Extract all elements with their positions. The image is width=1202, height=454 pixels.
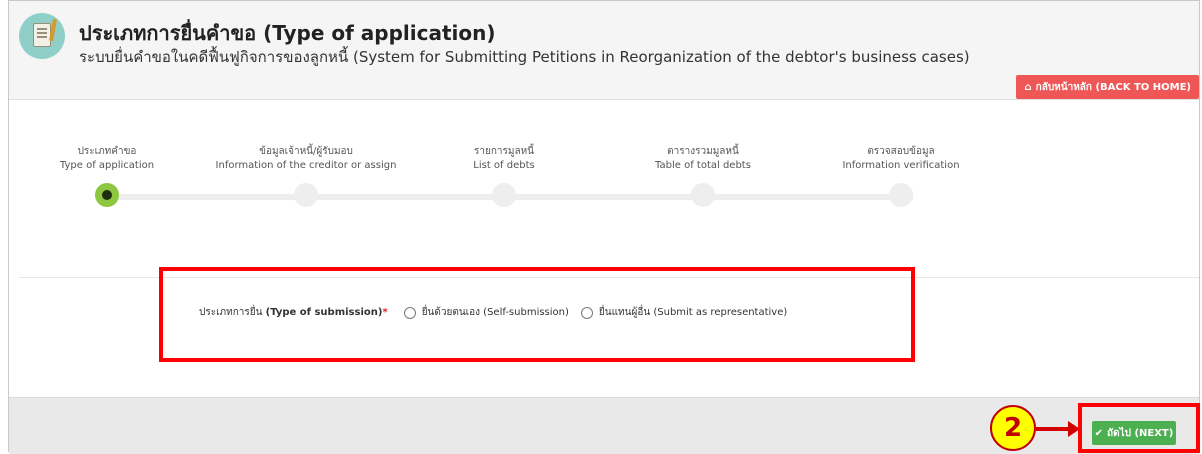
step-creditor-information: ข้อมูลเจ้าหนี้/ผู้รับมอบ Information of … [196, 145, 416, 173]
step-label-en: Information of the creditor or assign [215, 160, 397, 171]
step-label-en: Table of total debts [655, 160, 751, 171]
step-label-en: Type of application [59, 160, 155, 171]
back-to-home-label: กลับหน้าหลัก (BACK TO HOME) [1035, 81, 1191, 93]
step-dot [691, 183, 715, 207]
home-icon: ⌂ [1024, 81, 1032, 93]
next-button-label: ถัดไป (NEXT) [1107, 427, 1174, 439]
step-label-th: ตารางรวมมูลหนี้ [667, 146, 739, 157]
progress-stepper: ประเภทคำขอ Type of application ข้อมูลเจ้… [9, 99, 1199, 277]
pen-icon [49, 18, 57, 42]
submission-type-row: ประเภทการยื่น (Type of submission)* ยื่น… [199, 305, 799, 320]
radio-label-self-submission: ยื่นด้วยตนเอง (Self-submission) [421, 307, 569, 318]
back-to-home-button[interactable]: ⌂ กลับหน้าหลัก (BACK TO HOME) [1016, 75, 1199, 99]
radio-label-submit-as-representative: ยื่นแทนผู้อื่น (Submit as representative… [598, 307, 788, 318]
radio-button-submit-as-representative[interactable] [580, 306, 593, 319]
callout-number-badge: 2 [990, 405, 1036, 451]
step-information-verification: ตรวจสอบข้อมูล Information verification [791, 145, 1011, 173]
submission-type-label-th: ประเภทการยื่น [199, 307, 263, 318]
step-label-th: ประเภทคำขอ [77, 146, 137, 157]
document-pen-icon [19, 13, 65, 59]
step-dot-active [95, 183, 119, 207]
step-label-th: รายการมูลหนี้ [473, 146, 535, 157]
page-subtitle: ระบบยื่นคำขอในคดีฟื้นฟูกิจการของลูกหนี้ … [79, 48, 970, 66]
step-type-of-application: ประเภทคำขอ Type of application [0, 145, 217, 173]
step-dot [492, 183, 516, 207]
check-icon: ✔ [1094, 427, 1104, 439]
page-header: ประเภทการยื่นคำขอ (Type of application) … [9, 1, 1199, 100]
submission-type-label: ประเภทการยื่น (Type of submission)* [199, 305, 388, 320]
radio-button-self-submission[interactable] [403, 306, 416, 319]
required-mark: * [382, 307, 388, 318]
step-dot [294, 183, 318, 207]
step-label-th: ข้อมูลเจ้าหนี้/ผู้รับมอบ [259, 146, 353, 157]
step-list-of-debts: รายการมูลหนี้ List of debts [394, 145, 614, 173]
application-frame: ประเภทการยื่นคำขอ (Type of application) … [8, 0, 1200, 454]
step-table-of-total-debts: ตารางรวมมูลหนี้ Table of total debts [593, 145, 813, 173]
document-icon [33, 23, 51, 47]
step-label-en: List of debts [473, 160, 535, 171]
submission-type-label-en: (Type of submission) [265, 307, 383, 318]
step-label-en: Information verification [842, 160, 960, 171]
radio-submit-as-representative[interactable]: ยื่นแทนผู้อื่น (Submit as representative… [580, 305, 788, 320]
step-label-th: ตรวจสอบข้อมูล [867, 146, 935, 157]
next-button[interactable]: ✔ ถัดไป (NEXT) [1092, 421, 1176, 445]
radio-self-submission[interactable]: ยื่นด้วยตนเอง (Self-submission) [403, 305, 569, 320]
step-dot [889, 183, 913, 207]
